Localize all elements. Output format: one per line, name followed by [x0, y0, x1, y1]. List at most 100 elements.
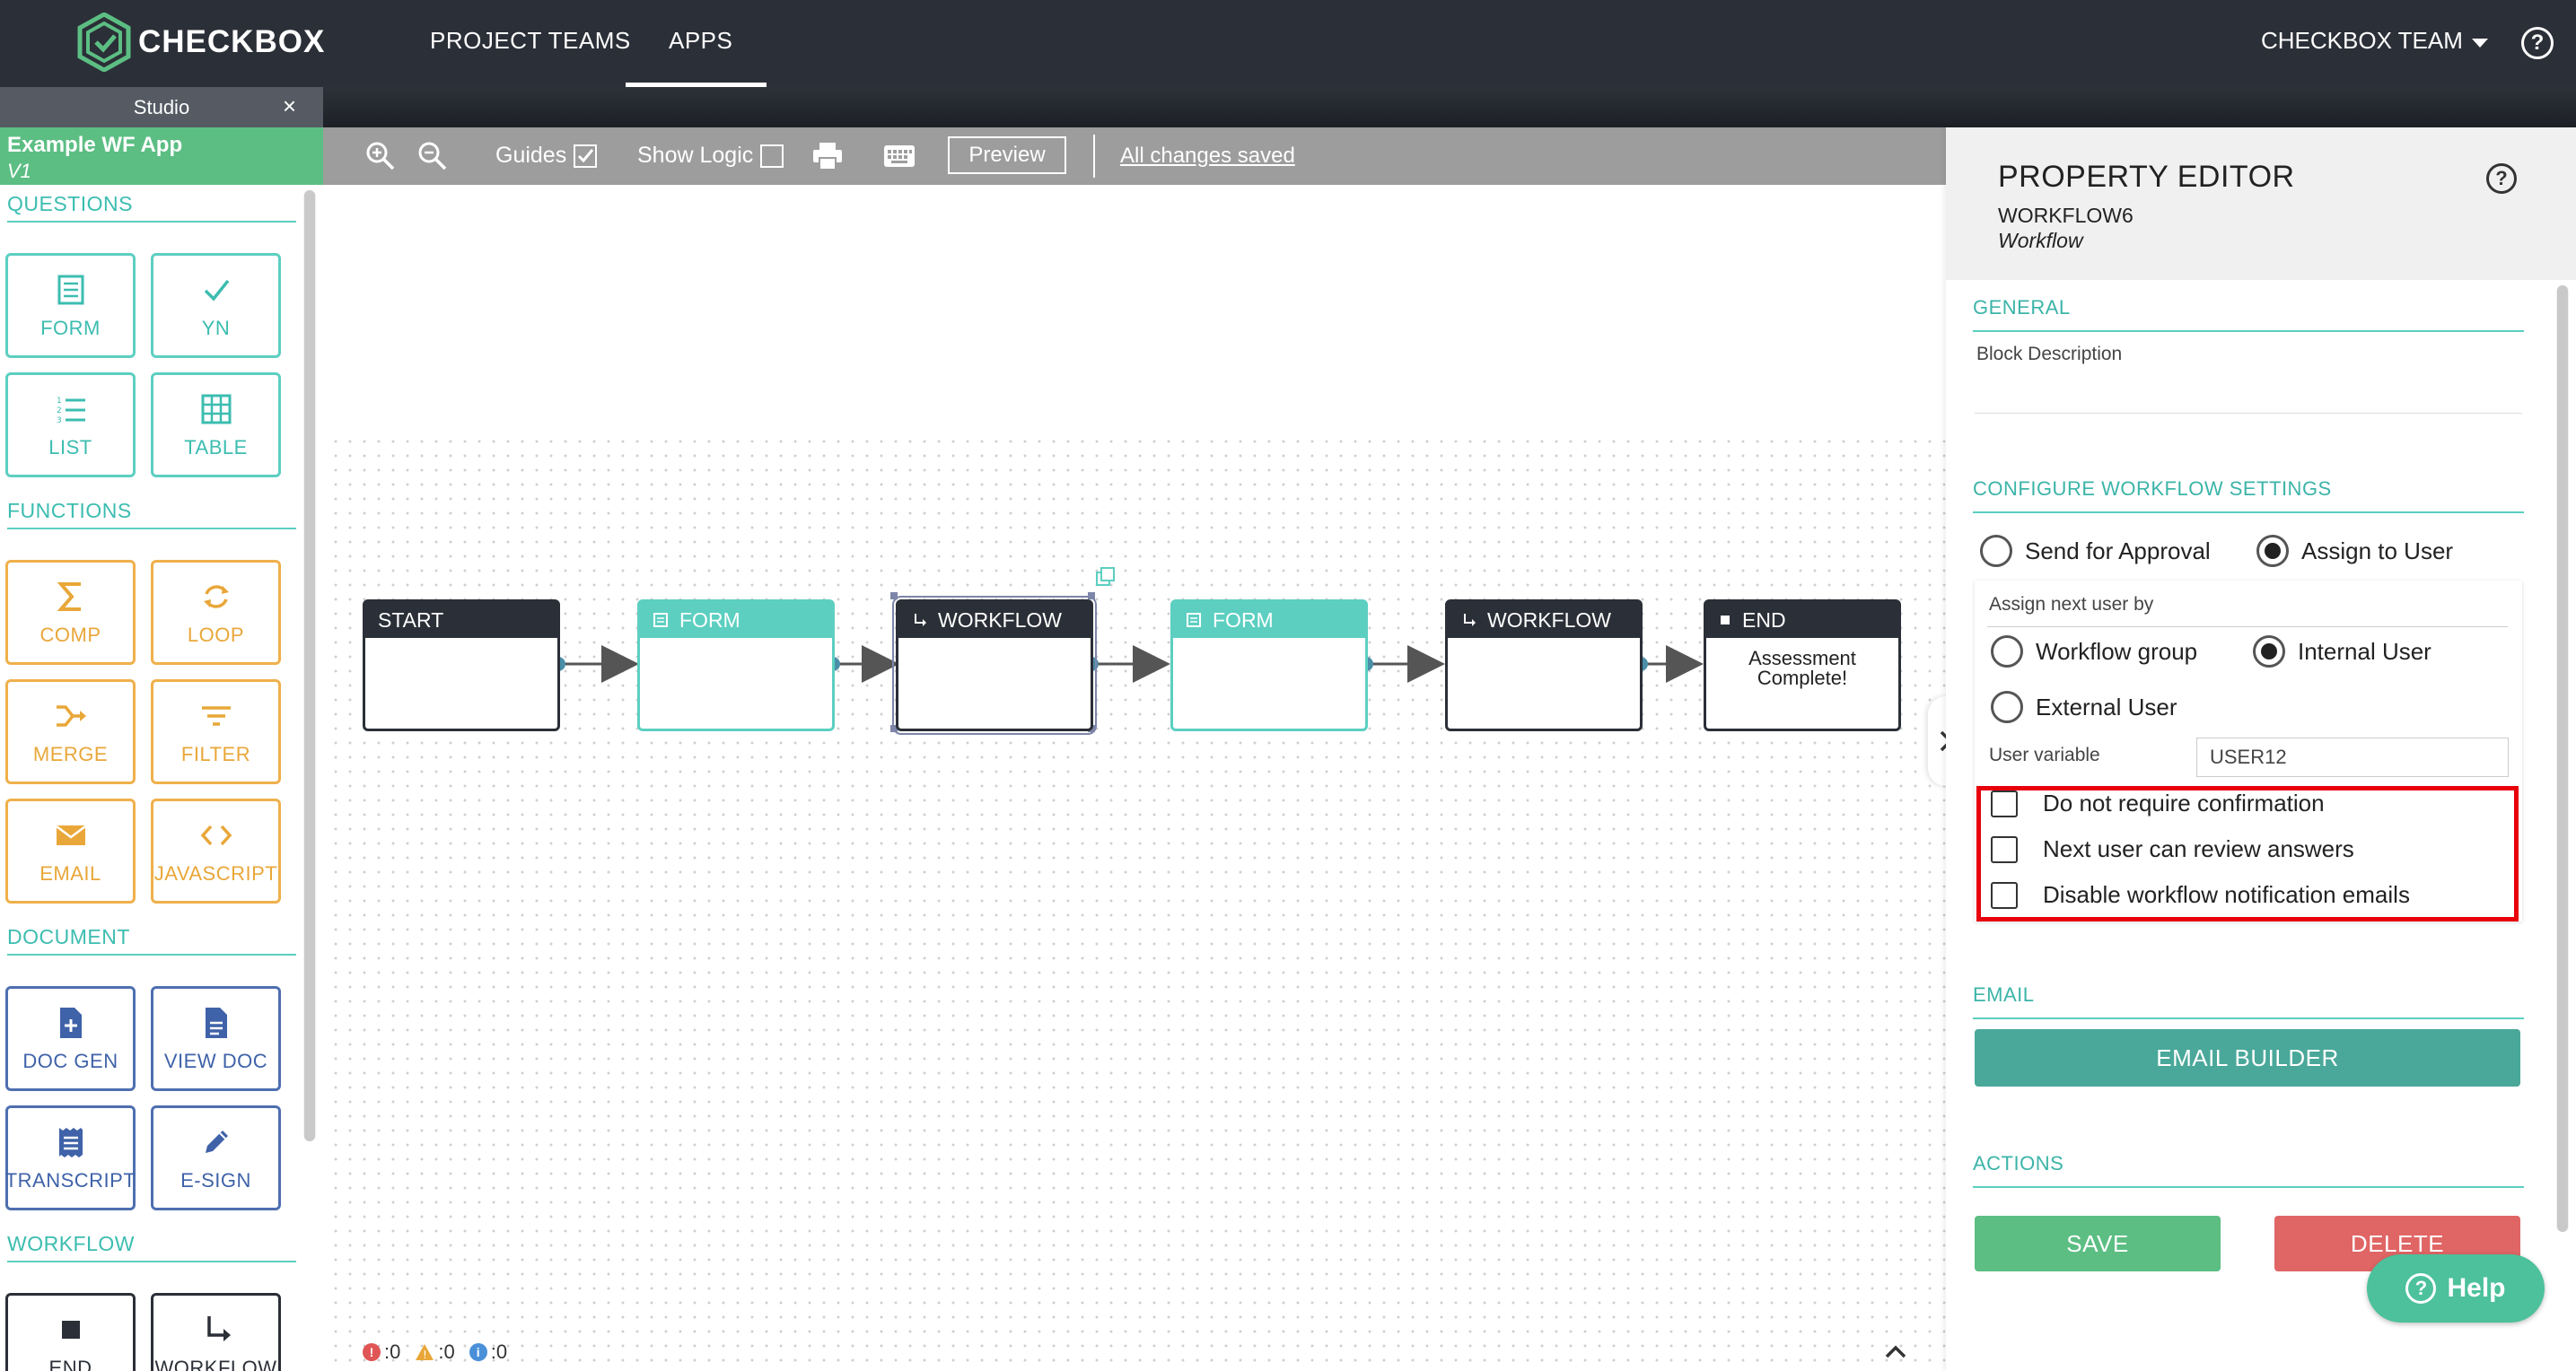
tab-apps[interactable]: APPS	[669, 27, 732, 55]
palette-table[interactable]: TABLE	[151, 372, 281, 477]
corner-arrow-icon	[1464, 614, 1476, 626]
actions-section-title: ACTIONS	[1973, 1152, 2064, 1175]
radio-assign-to-user[interactable]: Assign to User	[2256, 535, 2453, 567]
configure-section-title: CONFIGURE WORKFLOW SETTINGS	[1973, 477, 2332, 500]
keyboard-icon[interactable]	[883, 144, 916, 169]
palette-loop[interactable]: LOOP	[151, 560, 281, 665]
guides-checkbox[interactable]	[574, 144, 598, 168]
scrollbar-thumb[interactable]	[304, 190, 315, 1141]
studio-tab[interactable]: Studio ×	[0, 87, 323, 127]
user-variable-label: User variable	[1989, 745, 2100, 765]
zoom-out-icon[interactable]	[416, 140, 449, 172]
palette-comp[interactable]: COMP	[5, 560, 136, 665]
sigma-icon	[57, 581, 81, 611]
radio-external-user[interactable]: External User	[1991, 691, 2177, 723]
save-button[interactable]: SAVE	[1975, 1216, 2221, 1271]
guides-toggle[interactable]: Guides	[495, 143, 598, 169]
assign-by-label: Assign next user by	[1989, 594, 2154, 615]
brand-name: CHECKBOX	[138, 24, 326, 59]
svg-text:!: !	[423, 1349, 427, 1361]
print-icon[interactable]	[811, 141, 844, 171]
save-status-link[interactable]: All changes saved	[1120, 144, 1295, 169]
radio-internal-user[interactable]: Internal User	[2253, 635, 2431, 668]
palette-scrollbar[interactable]	[303, 190, 316, 1141]
workflow-canvas[interactable]: START FORM WORKFLOW FORM WORKFLOW END As…	[323, 185, 1964, 1371]
section-questions-title: QUESTIONS	[7, 192, 133, 215]
canvas-toolbar: Guides Show Logic Preview All changes sa…	[323, 127, 1946, 185]
merge-icon	[56, 704, 86, 727]
palette-merge[interactable]: MERGE	[5, 679, 136, 784]
palette-end[interactable]: END	[5, 1293, 136, 1371]
palette-view-doc[interactable]: VIEW DOC	[151, 986, 281, 1091]
pencil-icon	[205, 1130, 228, 1153]
document-icon	[205, 1007, 227, 1038]
section-document-title: DOCUMENT	[7, 925, 130, 948]
flow-node-form[interactable]: FORM	[1170, 599, 1368, 731]
info-count[interactable]: i:0	[469, 1340, 507, 1364]
property-editor-scrollbar[interactable]	[2556, 285, 2569, 1232]
close-icon[interactable]: ×	[283, 92, 296, 120]
palette-filter[interactable]: FILTER	[151, 679, 281, 784]
table-icon	[201, 394, 231, 424]
form-icon	[653, 613, 668, 627]
app-name: Example WF App	[7, 133, 183, 157]
palette-workflow[interactable]: WORKFLOW	[151, 1293, 281, 1371]
node-header: FORM	[1173, 602, 1365, 638]
radio-circle-selected[interactable]	[2256, 535, 2289, 567]
flow-node-workflow[interactable]: WORKFLOW	[1445, 599, 1643, 731]
svg-text:1: 1	[57, 397, 62, 406]
error-count[interactable]: !:0	[363, 1340, 400, 1364]
info-icon: i	[469, 1343, 487, 1361]
block-description-input[interactable]	[1975, 413, 2522, 414]
palette-list[interactable]: 123 LIST	[5, 372, 136, 477]
app-version: V1	[7, 160, 31, 182]
radio-circle-selected[interactable]	[2253, 635, 2285, 668]
preview-button[interactable]: Preview	[948, 136, 1066, 174]
scrollbar-thumb[interactable]	[2557, 285, 2568, 1232]
email-builder-button[interactable]: EMAIL BUILDER	[1975, 1029, 2520, 1087]
help-icon[interactable]: ?	[2486, 163, 2517, 194]
email-section-title: EMAIL	[1973, 983, 2035, 1006]
palette-yn[interactable]: YN	[151, 253, 281, 358]
palette-javascript[interactable]: JAVASCRIPT	[151, 799, 281, 904]
node-header: FORM	[640, 602, 832, 638]
radio-circle[interactable]	[1980, 535, 2012, 567]
node-header: START	[365, 602, 557, 638]
flow-node-start[interactable]: START	[363, 599, 560, 731]
help-icon[interactable]: ?	[2521, 27, 2554, 59]
studio-tab-label: Studio	[133, 95, 190, 118]
property-editor-header: PROPERTY EDITOR ? WORKFLOW6 Workflow	[1946, 127, 2576, 280]
zoom-in-icon[interactable]	[364, 140, 397, 172]
radio-send-for-approval[interactable]: Send for Approval	[1980, 535, 2211, 567]
radio-circle[interactable]	[1991, 691, 2023, 723]
palette-doc-gen[interactable]: DOC GEN	[5, 986, 136, 1091]
svg-text:3: 3	[57, 416, 62, 425]
assign-by-divider	[1987, 626, 2508, 627]
tab-project-teams[interactable]: PROJECT TEAMS	[430, 27, 631, 55]
radio-workflow-group[interactable]: Workflow group	[1991, 635, 2197, 668]
section-divider	[7, 528, 296, 529]
help-widget-button[interactable]: ? Help	[2367, 1254, 2545, 1323]
svg-text:2: 2	[57, 406, 62, 415]
chevron-up-icon[interactable]	[1883, 1342, 1908, 1360]
show-logic-checkbox[interactable]	[760, 144, 784, 168]
palette-email[interactable]: EMAIL	[5, 799, 136, 904]
flow-node-workflow-selected[interactable]: WORKFLOW	[892, 596, 1097, 735]
question-icon: ?	[2405, 1273, 2437, 1304]
radio-circle[interactable]	[1991, 635, 2023, 668]
code-icon	[200, 825, 232, 845]
palette-e-sign[interactable]: E-SIGN	[151, 1105, 281, 1210]
duplicate-icon	[1096, 567, 1115, 586]
section-divider	[1973, 330, 2524, 332]
show-logic-toggle[interactable]: Show Logic	[637, 143, 784, 169]
section-divider	[7, 954, 296, 956]
warning-count[interactable]: !:0	[415, 1340, 455, 1364]
flow-node-end[interactable]: END Assessment Complete!	[1704, 599, 1901, 731]
team-dropdown[interactable]: CHECKBOX TEAM	[2261, 27, 2488, 55]
corner-arrow-icon	[206, 1315, 231, 1341]
user-variable-input[interactable]: USER12	[2196, 738, 2509, 777]
palette-transcript[interactable]: TRANSCRIPT	[5, 1105, 136, 1210]
brand-logo[interactable]: CHECKBOX	[77, 13, 325, 72]
flow-node-form[interactable]: FORM	[637, 599, 835, 731]
palette-form[interactable]: FORM	[5, 253, 136, 358]
